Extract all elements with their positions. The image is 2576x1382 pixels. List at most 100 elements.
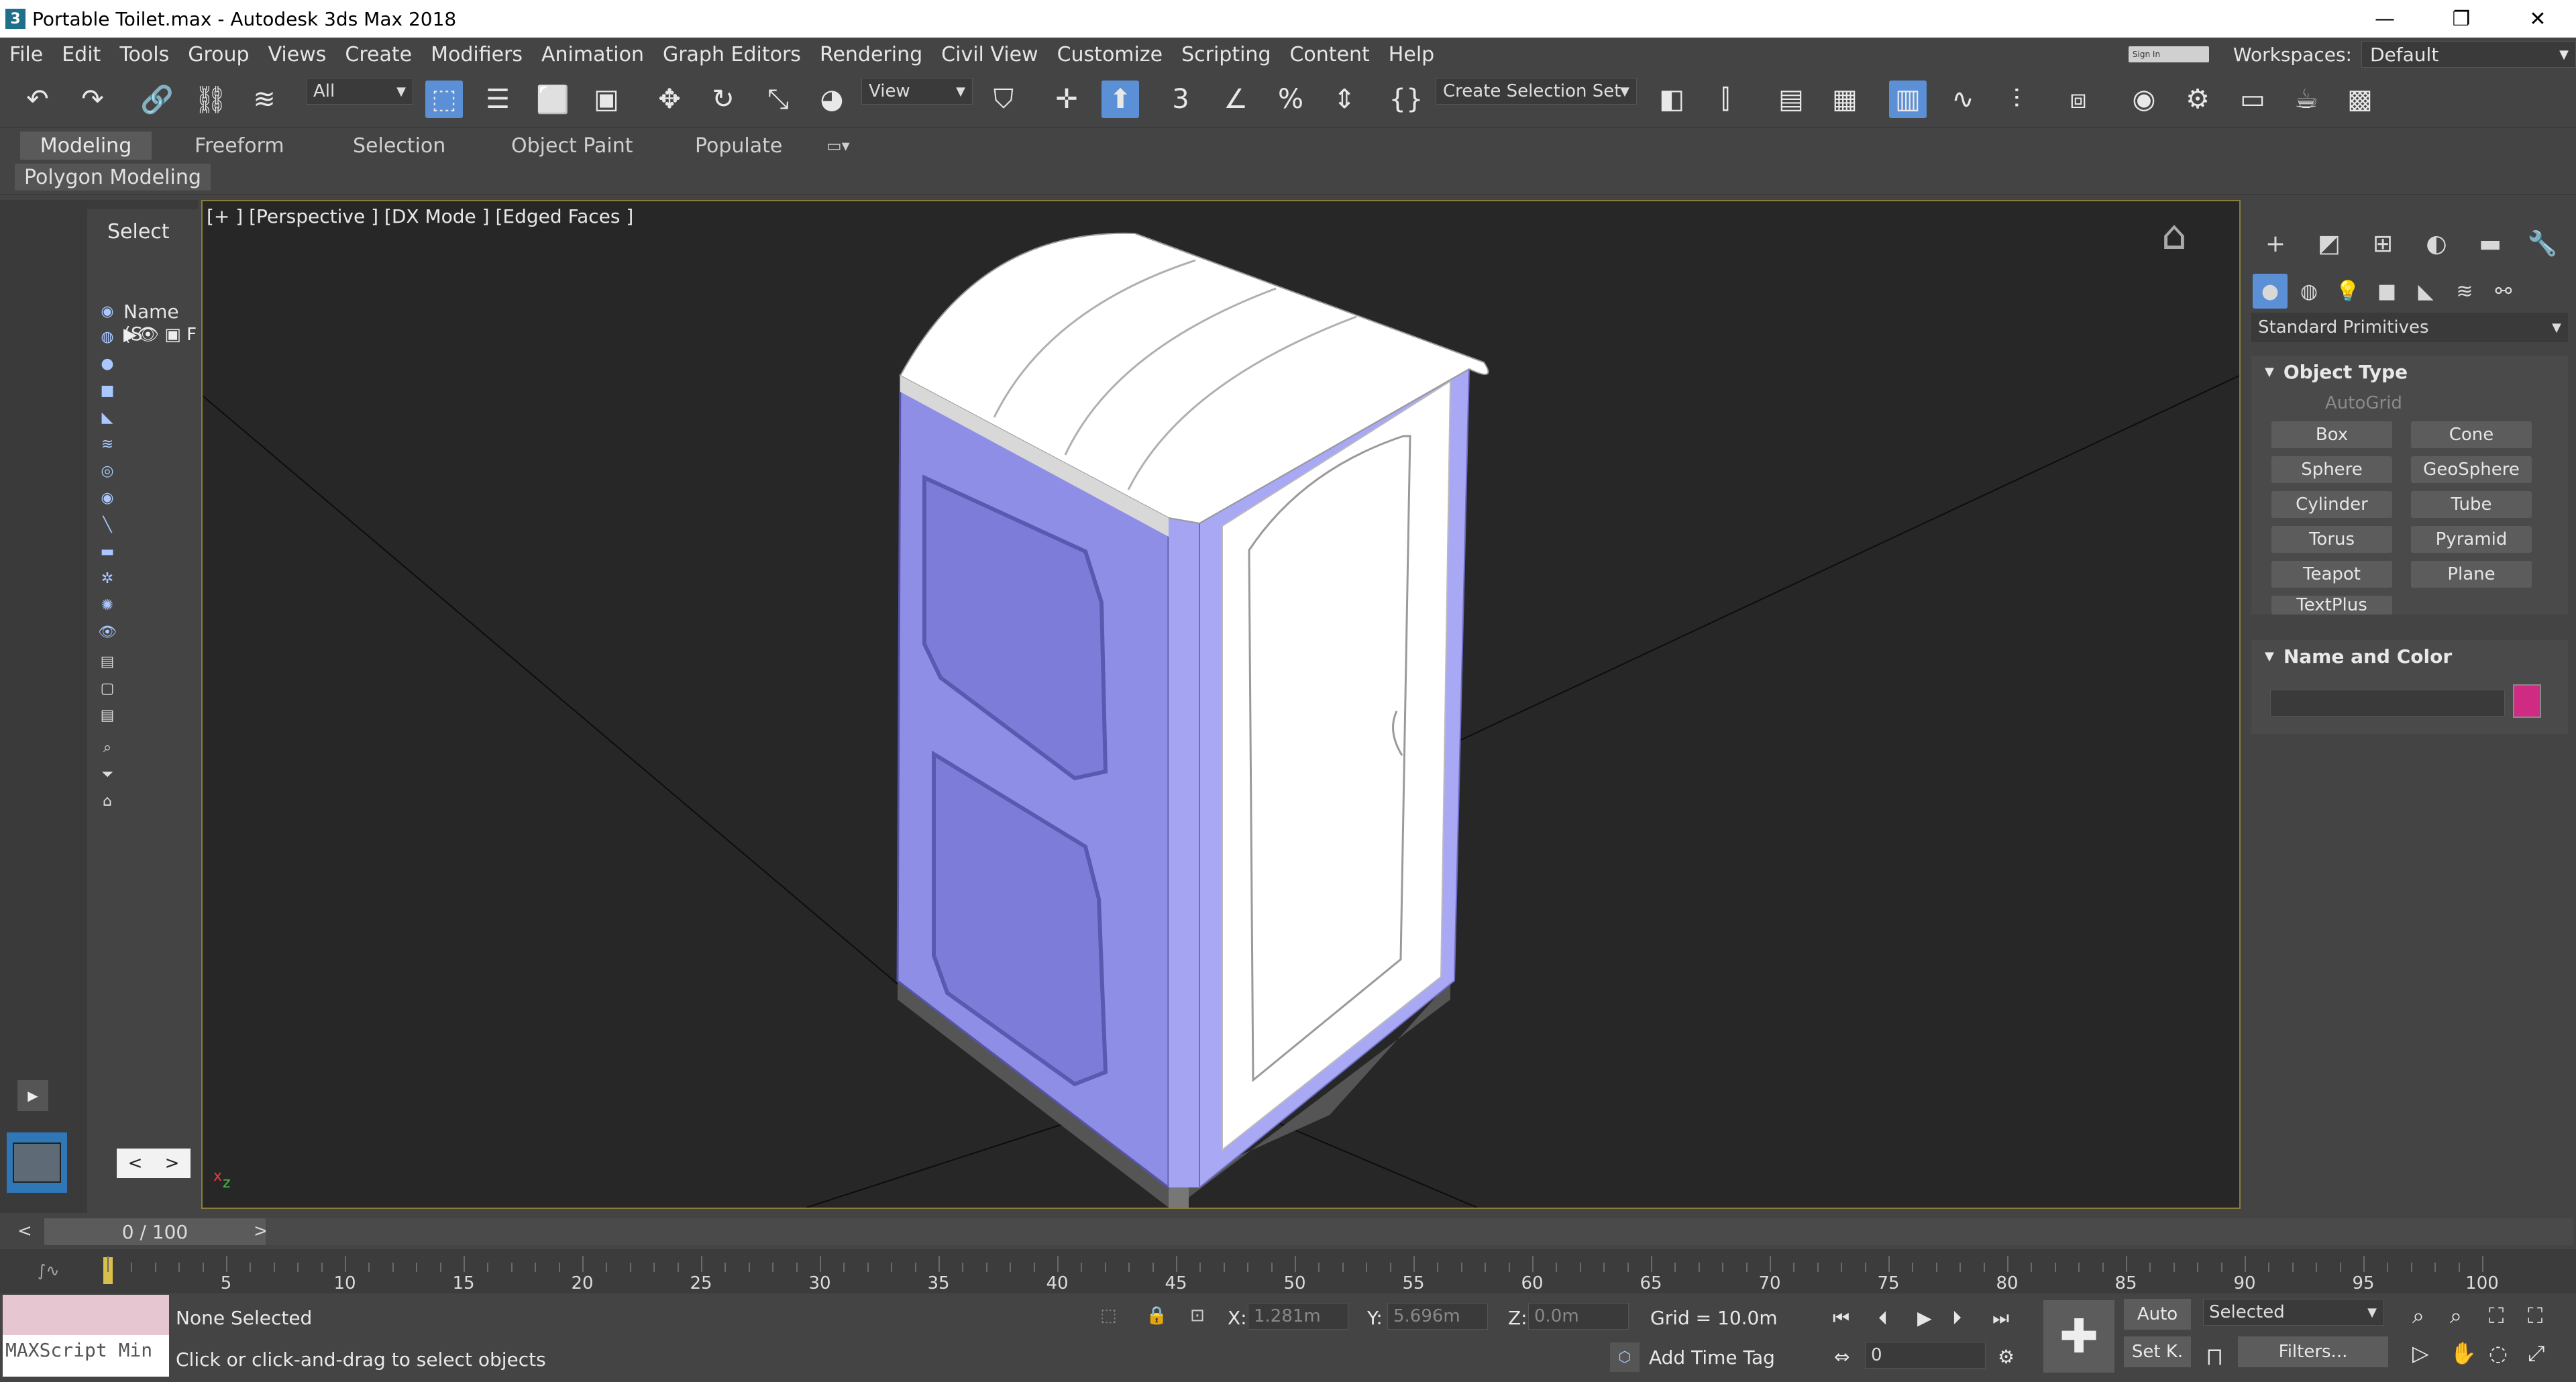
select-object-icon[interactable]: ⬚ <box>425 81 463 118</box>
display-none-filter-icon[interactable]: ▢ <box>98 679 117 698</box>
select-by-name-icon[interactable]: ☰ <box>479 81 517 118</box>
time-slider[interactable]: < 0 / 100 > <box>0 1213 2576 1249</box>
window-crossing-icon[interactable]: ▣ <box>588 81 625 118</box>
torus-button[interactable]: Torus <box>2271 526 2392 553</box>
tab-object-paint[interactable]: Object Paint <box>499 131 645 160</box>
menu-group[interactable]: Group <box>178 43 258 66</box>
maxscript-mini-listener[interactable]: MAXScript Min <box>3 1335 169 1377</box>
minimize-button[interactable]: — <box>2347 0 2423 38</box>
maximize-viewport-icon[interactable]: ⤢ <box>2528 1340 2545 1367</box>
selection-lock-icon[interactable]: 🔒 <box>1146 1306 1167 1326</box>
viewcube-icon[interactable]: ⌂ <box>2161 212 2222 266</box>
tube-button[interactable]: Tube <box>2411 491 2532 518</box>
menu-content[interactable]: Content <box>1280 43 1379 66</box>
scene-explorer-icon[interactable]: ▥ <box>1889 81 1927 118</box>
set-keys-icon[interactable]: ✚ <box>2043 1300 2114 1373</box>
add-time-tag-button[interactable]: ⬡ Add Time Tag <box>1610 1342 1775 1373</box>
angle-snap-icon[interactable]: 3 <box>1162 81 1199 118</box>
pyramid-button[interactable]: Pyramid <box>2411 526 2532 553</box>
display-containers-icon[interactable]: ▬ <box>98 542 117 561</box>
filter-icon[interactable]: ⏷ <box>98 765 117 784</box>
viewport-label-menu[interactable]: [+ ] [Perspective ] [DX Mode ] [Edged Fa… <box>207 205 633 227</box>
teapot-button[interactable]: Teapot <box>2271 561 2392 588</box>
key-tangent-icon[interactable]: ⨅ <box>2207 1346 2222 1369</box>
shapes-icon[interactable]: ◍ <box>2292 274 2326 309</box>
display-hidden-icon[interactable]: 👁 <box>98 623 117 641</box>
spinner-snap-icon[interactable]: ⇕ <box>1326 81 1363 118</box>
toggle-ribbon-icon[interactable]: ▦ <box>1826 81 1864 118</box>
display-none-icon[interactable]: ◉ <box>98 302 117 321</box>
name-color-header[interactable]: Name and Color <box>2251 640 2568 672</box>
geosphere-button[interactable]: GeoSphere <box>2411 456 2532 483</box>
reference-coord-dropdown[interactable]: View <box>861 78 973 105</box>
mirror-icon[interactable]: ◧ <box>1653 81 1690 118</box>
geometry-icon[interactable]: ● <box>2253 274 2288 309</box>
systems-icon[interactable]: ⚯ <box>2486 274 2521 309</box>
align-icon[interactable]: ⫿ <box>1707 81 1744 118</box>
hierarchy-tab-icon[interactable]: ⊞ <box>2363 227 2403 260</box>
absolute-mode-icon[interactable]: ⊡ <box>1190 1306 1205 1326</box>
isolate-selection-icon[interactable]: ⬚ <box>1100 1306 1117 1326</box>
angle-snap-toggle-icon[interactable]: ∠ <box>1217 81 1254 118</box>
menu-customize[interactable]: Customize <box>1048 43 1172 66</box>
display-xrefs-icon[interactable]: ◉ <box>98 488 117 507</box>
z-coord-field[interactable]: 0.0m <box>1528 1303 1629 1330</box>
display-particles-icon[interactable]: ✲ <box>98 569 117 588</box>
field-of-view-icon[interactable]: ▷ <box>2412 1340 2429 1366</box>
prev-frame-arrow-icon[interactable]: < <box>17 1221 32 1241</box>
auto-key-button[interactable]: Auto <box>2124 1299 2191 1330</box>
pan-icon[interactable]: ✋ <box>2450 1340 2477 1366</box>
menu-tools[interactable]: Tools <box>110 43 178 66</box>
object-name-field[interactable] <box>2270 690 2505 716</box>
display-lights-icon[interactable]: ● <box>98 354 117 373</box>
x-coord-field[interactable]: 1.281m <box>1248 1303 1348 1330</box>
object-type-header[interactable]: Object Type <box>2251 356 2568 388</box>
move-icon[interactable]: ✥ <box>651 81 688 118</box>
menu-create[interactable]: Create <box>335 43 421 66</box>
cone-button[interactable]: Cone <box>2411 421 2532 448</box>
visibility-icon[interactable]: ▶👁 ▣ <box>123 325 186 345</box>
rendered-frame-icon[interactable]: ▭ <box>2234 81 2271 118</box>
render-online-icon[interactable]: ▩ <box>2341 81 2379 118</box>
create-tab-icon[interactable]: + <box>2255 227 2296 260</box>
menu-rendering[interactable]: Rendering <box>810 43 932 66</box>
redo-icon[interactable]: ↷ <box>74 81 111 118</box>
display-spacewarps-icon[interactable]: ≋ <box>98 435 117 454</box>
bind-spacewarp-icon[interactable]: ≋ <box>246 81 283 118</box>
tab-modeling[interactable]: Modeling <box>20 131 152 160</box>
workspace-select[interactable]: Default <box>2361 41 2576 68</box>
sphere-button[interactable]: Sphere <box>2271 456 2392 483</box>
placement-icon[interactable]: ◕ <box>813 81 851 118</box>
display-tab-icon[interactable]: ▬ <box>2470 227 2510 260</box>
tab-populate[interactable]: Populate <box>683 131 794 160</box>
autogrid-checkbox[interactable]: AutoGrid <box>2325 393 2402 413</box>
plane-button[interactable]: Plane <box>2411 561 2532 588</box>
time-config-icon[interactable]: ⚙ <box>1998 1346 2015 1368</box>
time-slider-track[interactable] <box>266 1218 2573 1245</box>
display-frozen-icon[interactable]: ✺ <box>98 596 117 615</box>
zoom-all-icon[interactable]: ⌕ <box>2450 1303 2462 1329</box>
pivot-icon[interactable]: ⛉ <box>985 81 1022 118</box>
display-helpers-icon[interactable]: ◣ <box>98 408 117 427</box>
display-geometry-icon[interactable]: ◍ <box>98 327 117 346</box>
percent-snap-icon[interactable]: % <box>1272 81 1309 118</box>
restore-button[interactable]: ❐ <box>2423 0 2500 38</box>
primitive-category-dropdown[interactable]: Standard Primitives <box>2251 313 2568 342</box>
prev-key-icon[interactable]: ⏴ <box>1878 1307 1888 1330</box>
layer-explorer-icon[interactable]: ▤ <box>1772 81 1810 118</box>
zoom-icon[interactable]: ⌕ <box>2412 1303 2424 1329</box>
select-menu[interactable]: Select <box>107 220 170 244</box>
viewport-layout-thumbnail[interactable] <box>7 1132 67 1193</box>
modify-tab-icon[interactable]: ◩ <box>2309 227 2349 260</box>
filters-button[interactable]: Filters... <box>2238 1336 2388 1367</box>
dope-sheet-icon[interactable]: ⫶ <box>1998 81 2035 118</box>
box-button[interactable]: Box <box>2271 421 2392 448</box>
rect-region-icon[interactable]: ⬜ <box>534 81 572 118</box>
set-key-button[interactable]: Set K. <box>2124 1336 2191 1367</box>
lights-icon[interactable]: 💡 <box>2330 274 2365 309</box>
menu-help[interactable]: Help <box>1379 43 1444 66</box>
curve-editor-icon[interactable]: ∿ <box>1944 81 1982 118</box>
perspective-viewport[interactable]: x z [+ ] [Perspective ] [DX Mode ] [Edge… <box>201 200 2241 1209</box>
menu-graph-editors[interactable]: Graph Editors <box>653 43 810 66</box>
unlink-icon[interactable]: ⛓ <box>192 81 229 118</box>
